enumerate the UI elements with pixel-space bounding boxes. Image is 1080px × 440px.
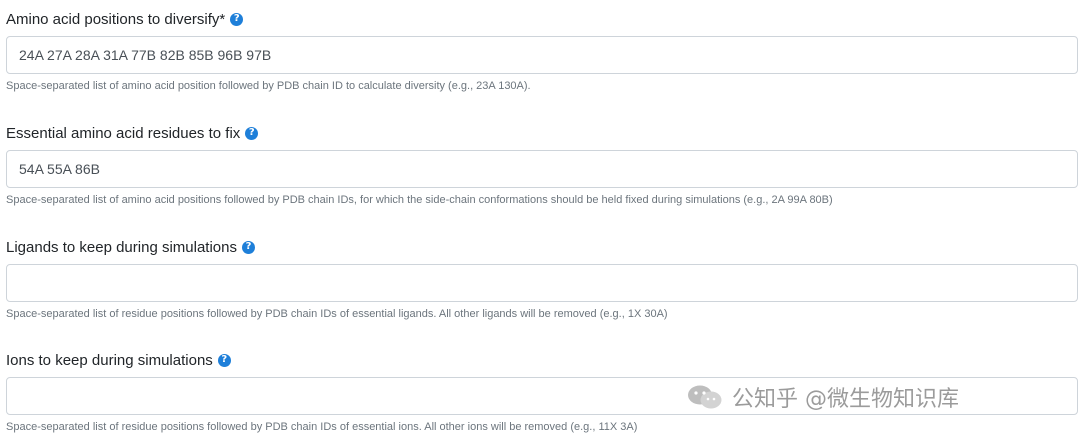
field-label-row: Ligands to keep during simulations ? xyxy=(6,236,1078,258)
field-label-row: Essential amino acid residues to fix ? xyxy=(6,122,1078,144)
help-icon[interactable]: ? xyxy=(230,12,244,26)
field-label: Essential amino acid residues to fix xyxy=(6,124,241,142)
field-label: Ions to keep during simulations xyxy=(6,351,213,369)
help-icon[interactable]: ? xyxy=(241,240,255,254)
form-group-fixed-residues: Essential amino acid residues to fix ? S… xyxy=(6,122,1078,206)
ions-input[interactable] xyxy=(6,377,1078,415)
field-help-text: Space-separated list of amino acid posit… xyxy=(6,194,833,206)
ligands-input[interactable] xyxy=(6,264,1078,302)
diversify-positions-input[interactable] xyxy=(6,36,1078,74)
form-group-ions: Ions to keep during simulations ? Space-… xyxy=(6,349,1078,433)
field-label-row: Amino acid positions to diversify* ? xyxy=(6,8,1078,30)
form-group-diversify-positions: Amino acid positions to diversify* ? Spa… xyxy=(6,8,1078,92)
field-help-text: Space-separated list of residue position… xyxy=(6,421,638,433)
field-help-text: Space-separated list of amino acid posit… xyxy=(6,80,531,92)
field-label: Amino acid positions to diversify* xyxy=(6,10,226,28)
field-label: Ligands to keep during simulations xyxy=(6,238,237,256)
help-icon[interactable]: ? xyxy=(245,126,259,140)
fixed-residues-input[interactable] xyxy=(6,150,1078,188)
field-label-row: Ions to keep during simulations ? xyxy=(6,349,1078,371)
form-group-ligands: Ligands to keep during simulations ? Spa… xyxy=(6,236,1078,320)
help-icon[interactable]: ? xyxy=(217,353,231,367)
field-help-text: Space-separated list of residue position… xyxy=(6,308,668,320)
